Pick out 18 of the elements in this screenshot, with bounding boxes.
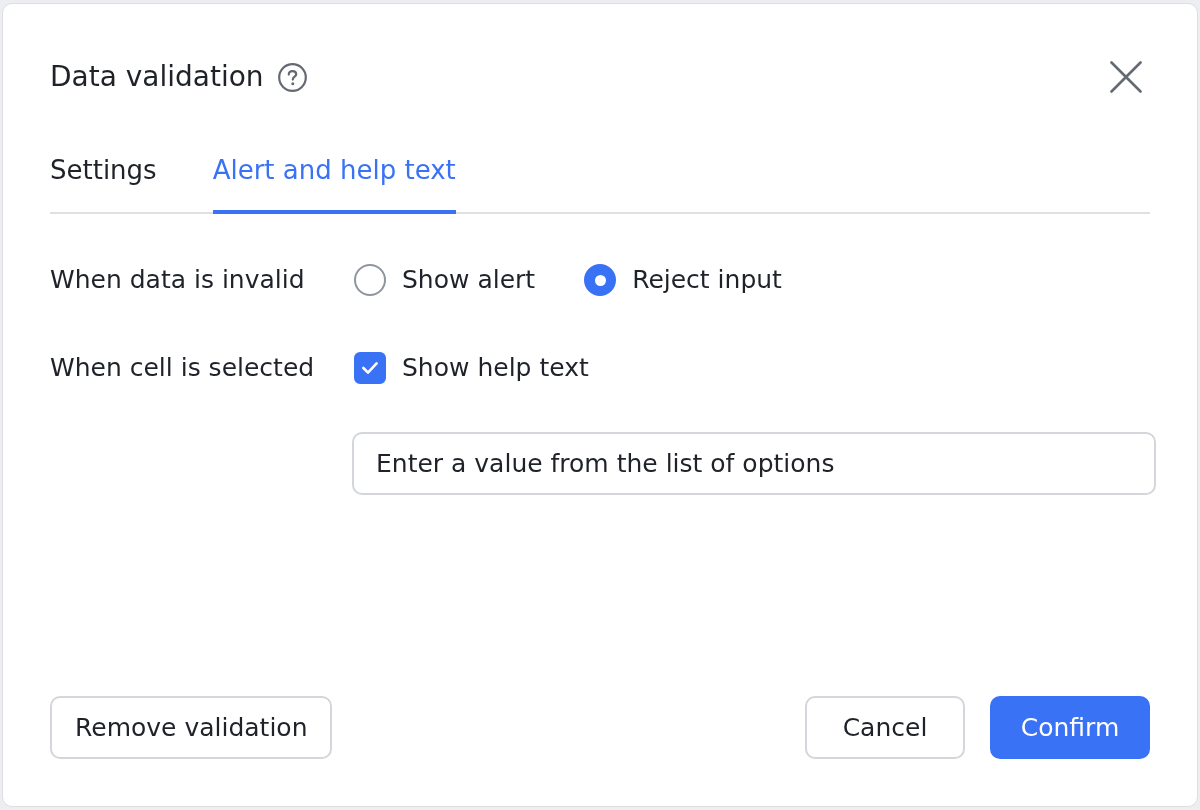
secondary-button[interactable]: Cancel [805,696,965,759]
help-icon[interactable] [277,62,307,92]
checkbox-label[interactable]: Show help text [402,348,589,388]
tab[interactable]: Alert and help text [212,143,456,214]
radio-label[interactable]: Reject input [632,260,782,300]
checkmark-icon [362,362,378,374]
field-label: When data is invalid [50,264,306,296]
checkbox[interactable] [354,352,386,384]
radio-label[interactable]: Show alert [402,260,536,300]
tab[interactable]: Settings [50,143,157,214]
radio-button[interactable] [584,264,617,296]
help-text-field[interactable]: Enter a value from the list of options [352,432,1156,495]
radio-button[interactable] [354,264,386,296]
close-icon [1110,61,1142,93]
secondary-button[interactable]: Remove validation [50,696,333,759]
dialog-title: Data validation [50,59,264,95]
field-label: When cell is selected [50,352,316,384]
confirm-button[interactable]: Confirm [990,696,1150,759]
